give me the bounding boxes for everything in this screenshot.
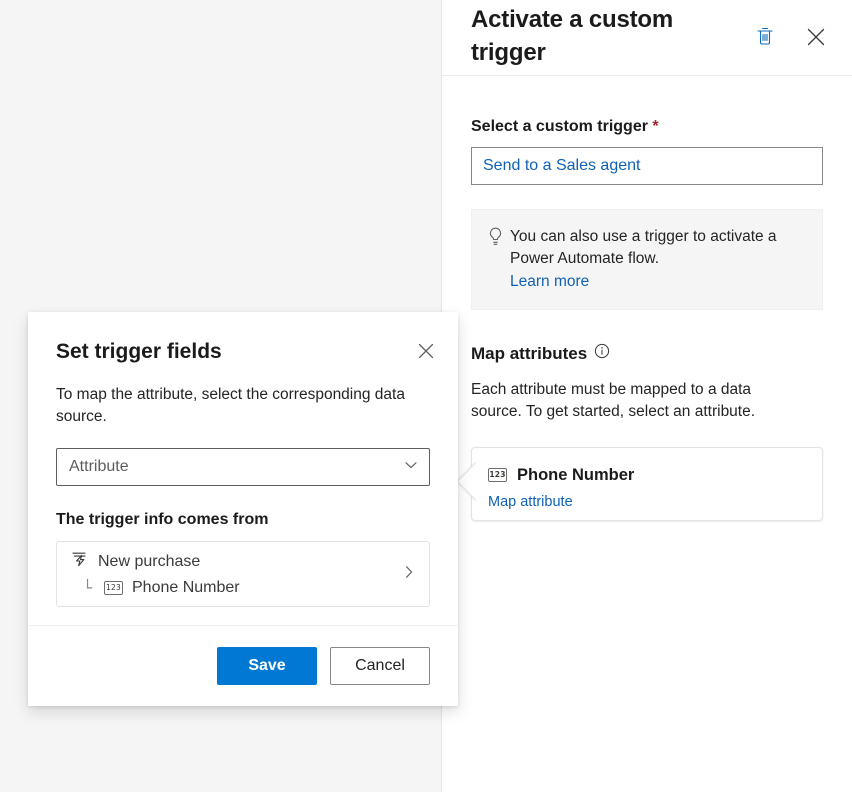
save-button[interactable]: Save xyxy=(217,647,317,685)
chevron-right-icon[interactable] xyxy=(401,564,417,585)
learn-more-link[interactable]: Learn more xyxy=(510,271,808,293)
trigger-flow-icon xyxy=(71,550,89,575)
trigger-field-row: └ 123 Phone Number xyxy=(71,577,401,599)
page-title: Activate a custom trigger xyxy=(471,3,716,69)
required-marker: * xyxy=(652,118,658,135)
power-automate-tip: You can also use a trigger to activate a… xyxy=(471,209,823,310)
custom-trigger-label: Select a custom trigger * xyxy=(471,116,823,138)
trigger-info-label: The trigger info comes from xyxy=(56,509,430,531)
info-circle-icon[interactable] xyxy=(594,342,610,366)
map-attribute-link[interactable]: Map attribute xyxy=(488,494,806,510)
attribute-card-phone-number[interactable]: 123 Phone Number Map attribute xyxy=(471,447,823,521)
trigger-source-name: New purchase xyxy=(98,551,200,573)
panel-body: Select a custom trigger * Send to a Sale… xyxy=(442,116,852,521)
dialog-description: To map the attribute, select the corresp… xyxy=(56,384,418,428)
close-icon xyxy=(805,26,827,51)
map-attributes-heading: Map attributes xyxy=(471,342,823,366)
dialog-header: Set trigger fields xyxy=(28,312,458,366)
chevron-down-icon xyxy=(403,457,419,478)
activate-trigger-panel: Activate a custom trigger Select a custo… xyxy=(441,0,852,792)
attribute-select-value: Attribute xyxy=(69,458,403,476)
dialog-close-button[interactable] xyxy=(410,336,442,368)
tip-text: You can also use a trigger to activate a… xyxy=(510,228,777,267)
map-attributes-heading-text: Map attributes xyxy=(471,342,587,366)
number-type-icon-label: 123 xyxy=(489,465,505,485)
attribute-name: Phone Number xyxy=(517,465,634,485)
lightbulb-icon xyxy=(488,227,510,293)
custom-trigger-label-text: Select a custom trigger xyxy=(471,118,648,135)
attribute-card-title: 123 Phone Number xyxy=(488,465,806,485)
cancel-button[interactable]: Cancel xyxy=(330,647,430,685)
trigger-source-row: New purchase xyxy=(71,550,401,575)
trigger-field-name: Phone Number xyxy=(132,577,240,599)
panel-header: Activate a custom trigger xyxy=(442,0,852,76)
dialog-body: To map the attribute, select the corresp… xyxy=(28,384,458,607)
trigger-source-main: New purchase └ 123 Phone Number xyxy=(71,550,401,599)
close-panel-button[interactable] xyxy=(800,22,832,54)
delete-trigger-button[interactable] xyxy=(749,22,781,54)
custom-trigger-input[interactable]: Send to a Sales agent xyxy=(471,147,823,185)
set-trigger-fields-dialog: Set trigger fields To map the attribute,… xyxy=(28,312,458,706)
custom-trigger-value: Send to a Sales agent xyxy=(483,157,640,175)
number-type-icon: 123 xyxy=(104,581,123,595)
tip-text-wrap: You can also use a trigger to activate a… xyxy=(510,226,808,293)
map-attributes-description: Each attribute must be mapped to a data … xyxy=(471,379,801,423)
close-icon xyxy=(416,341,436,364)
number-type-icon-label: 123 xyxy=(106,577,121,599)
number-type-icon: 123 xyxy=(488,468,507,482)
tree-branch-glyph: └ xyxy=(83,582,95,594)
attribute-select[interactable]: Attribute xyxy=(56,448,430,486)
trigger-source-card[interactable]: New purchase └ 123 Phone Number xyxy=(56,541,430,607)
dialog-title: Set trigger fields xyxy=(56,338,430,366)
trash-icon xyxy=(755,26,775,50)
dialog-footer: Save Cancel xyxy=(28,625,458,706)
